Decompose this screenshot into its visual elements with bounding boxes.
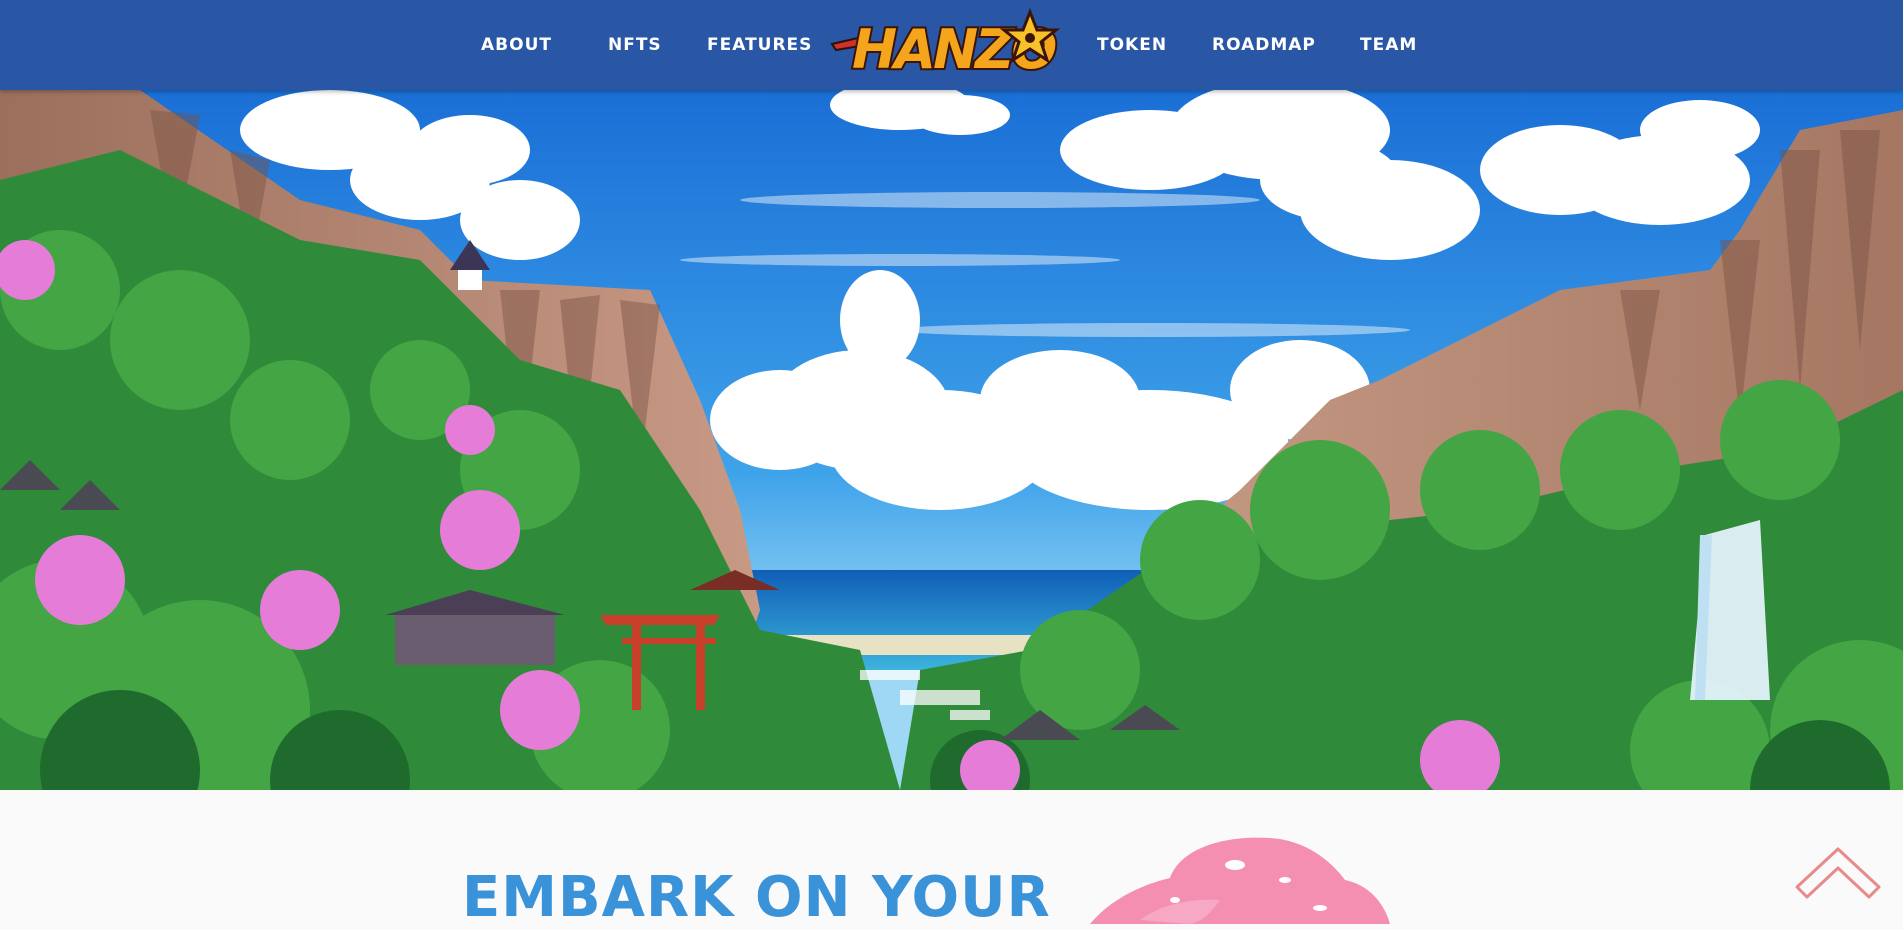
- nav-link-nfts[interactable]: NFTS: [608, 35, 662, 55]
- nav-link-team[interactable]: TEAM: [1360, 35, 1417, 55]
- cherry-blossom-graphic: [1090, 837, 1390, 924]
- nav-link-roadmap[interactable]: ROADMAP: [1212, 35, 1316, 55]
- torii-gate: [600, 615, 720, 625]
- nav-link-about[interactable]: ABOUT: [481, 35, 552, 55]
- nav-link-token[interactable]: TOKEN: [1097, 35, 1167, 55]
- section-headline: EMBARK ON YOUR: [462, 865, 1051, 930]
- hanzo-logo[interactable]: HANZO: [830, 4, 1070, 84]
- scroll-to-top-button[interactable]: [1793, 841, 1883, 903]
- hero-landscape-banner: [0, 90, 1903, 790]
- nav-link-features[interactable]: FEATURES: [707, 35, 812, 55]
- intro-section: EMBARK ON YOUR: [0, 790, 1903, 930]
- chevron-up-icon: [1795, 847, 1881, 899]
